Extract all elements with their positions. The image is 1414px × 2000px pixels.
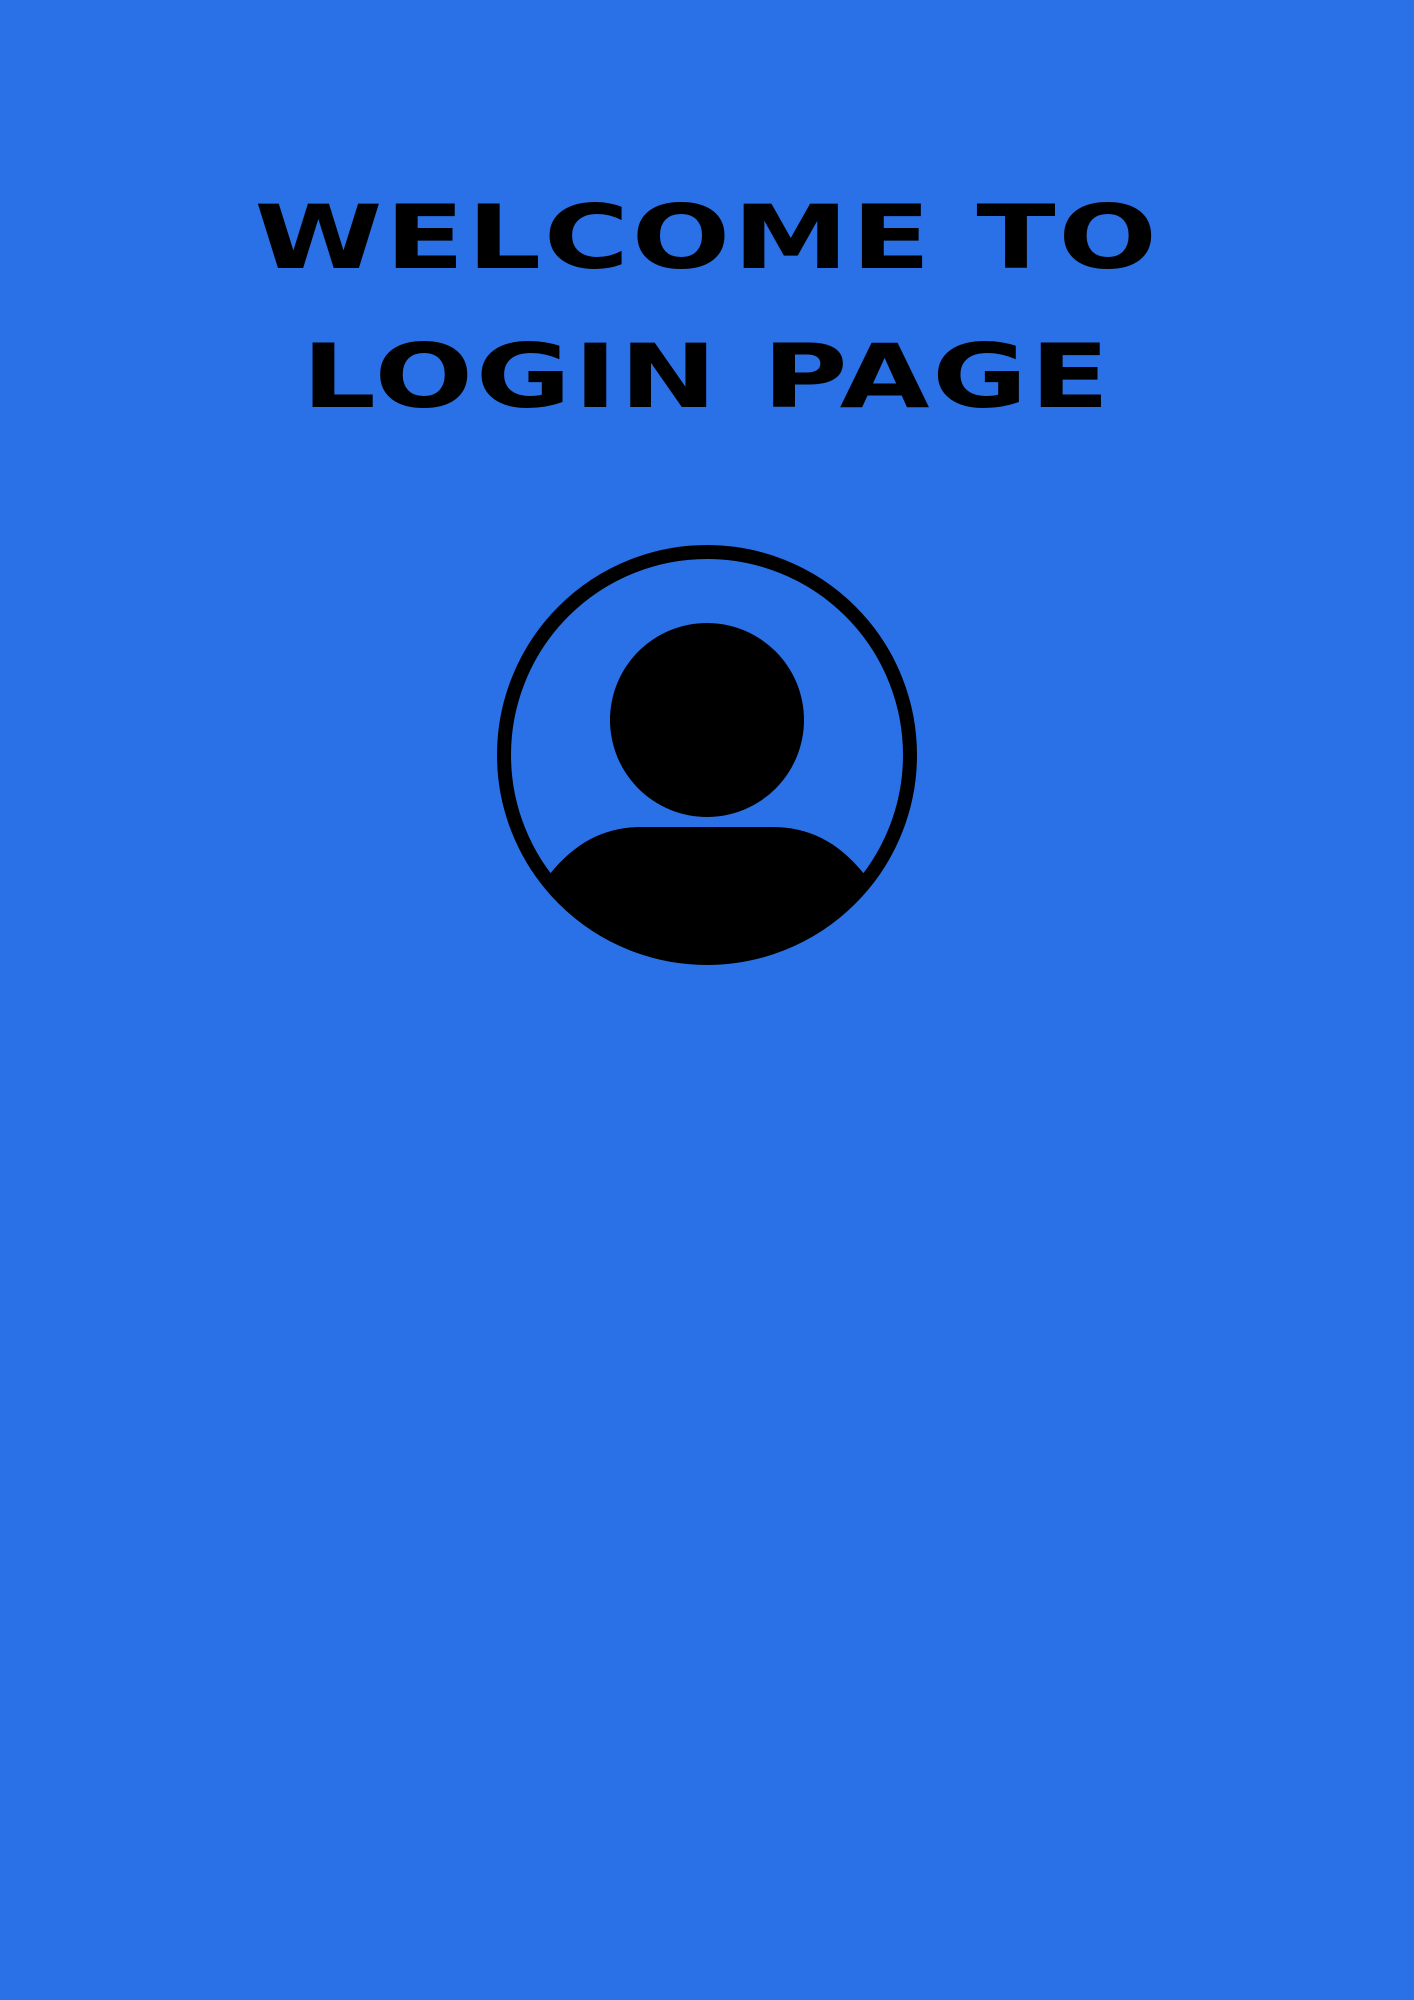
page-title: WELCOME TO LOGIN PAGE [0, 168, 1414, 446]
page-title-line-1: WELCOME TO [254, 186, 1160, 289]
avatar [497, 545, 917, 965]
user-circle-icon [497, 545, 917, 965]
login-page: WELCOME TO LOGIN PAGE [0, 0, 1414, 2000]
avatar-body-shape [549, 827, 865, 955]
avatar-head-shape [610, 623, 804, 817]
page-title-line-2: LOGIN PAGE [301, 325, 1113, 428]
